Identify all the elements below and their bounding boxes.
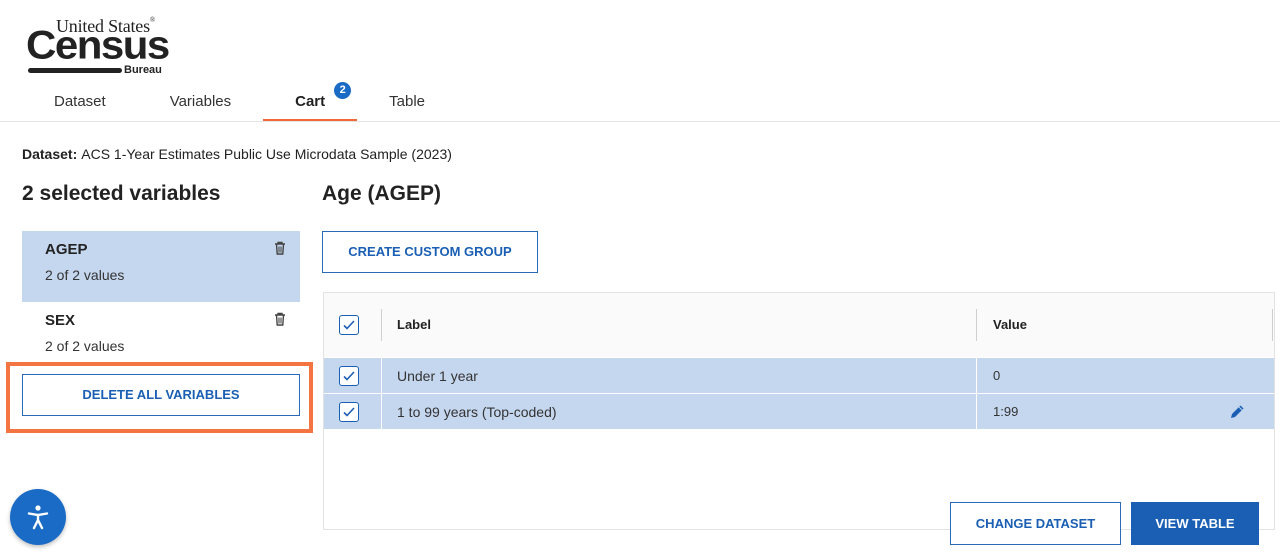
accessibility-icon (27, 505, 49, 530)
header-divider (0, 121, 1280, 122)
logo-census: Census (26, 22, 170, 67)
variable-item-agep[interactable]: AGEP 2 of 2 values (22, 231, 300, 302)
accessibility-button[interactable] (10, 489, 66, 545)
dataset-info: Dataset: ACS 1-Year Estimates Public Use … (22, 146, 452, 162)
logo-bureau: Bureau (124, 64, 162, 76)
row-value: 1:99 (993, 404, 1019, 419)
row-checkbox[interactable] (339, 402, 359, 422)
change-dataset-button[interactable]: CHANGE DATASET (950, 502, 1121, 545)
logo-bar (28, 68, 122, 73)
table-header: Label Value (324, 293, 1274, 357)
row-label: 1 to 99 years (Top-coded) (397, 404, 557, 420)
tab-variables[interactable]: Variables (138, 84, 263, 120)
column-divider (976, 358, 977, 393)
column-divider (381, 309, 382, 341)
variable-list: AGEP 2 of 2 values SEX 2 of 2 values (22, 231, 300, 373)
column-divider (976, 309, 977, 341)
tab-dataset[interactable]: Dataset (22, 84, 138, 120)
variable-name: SEX (45, 312, 76, 329)
main-tabs: Dataset Variables Cart 2 Table (22, 82, 457, 122)
table-row[interactable]: 1 to 99 years (Top-coded) 1:99 (324, 394, 1274, 430)
column-header-value[interactable]: Value (993, 317, 1027, 332)
delete-all-variables-button[interactable]: DELETE ALL VARIABLES (22, 374, 300, 416)
dataset-name: ACS 1-Year Estimates Public Use Microdat… (81, 146, 452, 162)
column-divider (381, 394, 382, 429)
column-divider (1272, 309, 1273, 341)
select-all-checkbox[interactable] (339, 315, 359, 335)
variable-values-count: 2 of 2 values (45, 338, 125, 354)
checkbox-icon (343, 407, 355, 417)
row-checkbox[interactable] (339, 366, 359, 386)
table-row[interactable]: Under 1 year 0 (324, 358, 1274, 394)
values-table: Label Value Under 1 year 0 1 to 99 years… (323, 292, 1275, 530)
column-header-label[interactable]: Label (397, 317, 431, 332)
create-custom-group-button[interactable]: CREATE CUSTOM GROUP (322, 231, 538, 273)
checkbox-icon (343, 371, 355, 381)
census-logo[interactable]: United States® Census Bureau (26, 14, 186, 78)
column-divider (976, 394, 977, 429)
row-value: 0 (993, 368, 1001, 383)
dataset-prefix: Dataset: (22, 146, 78, 162)
variable-values-count: 2 of 2 values (45, 267, 125, 283)
tab-cart[interactable]: Cart 2 (263, 82, 358, 122)
row-label: Under 1 year (397, 368, 478, 384)
tab-table[interactable]: Table (357, 84, 457, 120)
trash-icon[interactable] (272, 240, 288, 256)
column-divider (381, 358, 382, 393)
cart-count-badge: 2 (334, 82, 352, 99)
trash-icon[interactable] (272, 311, 288, 327)
variable-name: AGEP (45, 241, 88, 258)
variable-detail-title: Age (AGEP) (322, 182, 442, 205)
checkbox-icon (343, 320, 355, 330)
view-table-button[interactable]: VIEW TABLE (1131, 502, 1259, 545)
selected-variables-title: 2 selected variables (22, 182, 221, 205)
pencil-icon[interactable] (1228, 403, 1246, 421)
